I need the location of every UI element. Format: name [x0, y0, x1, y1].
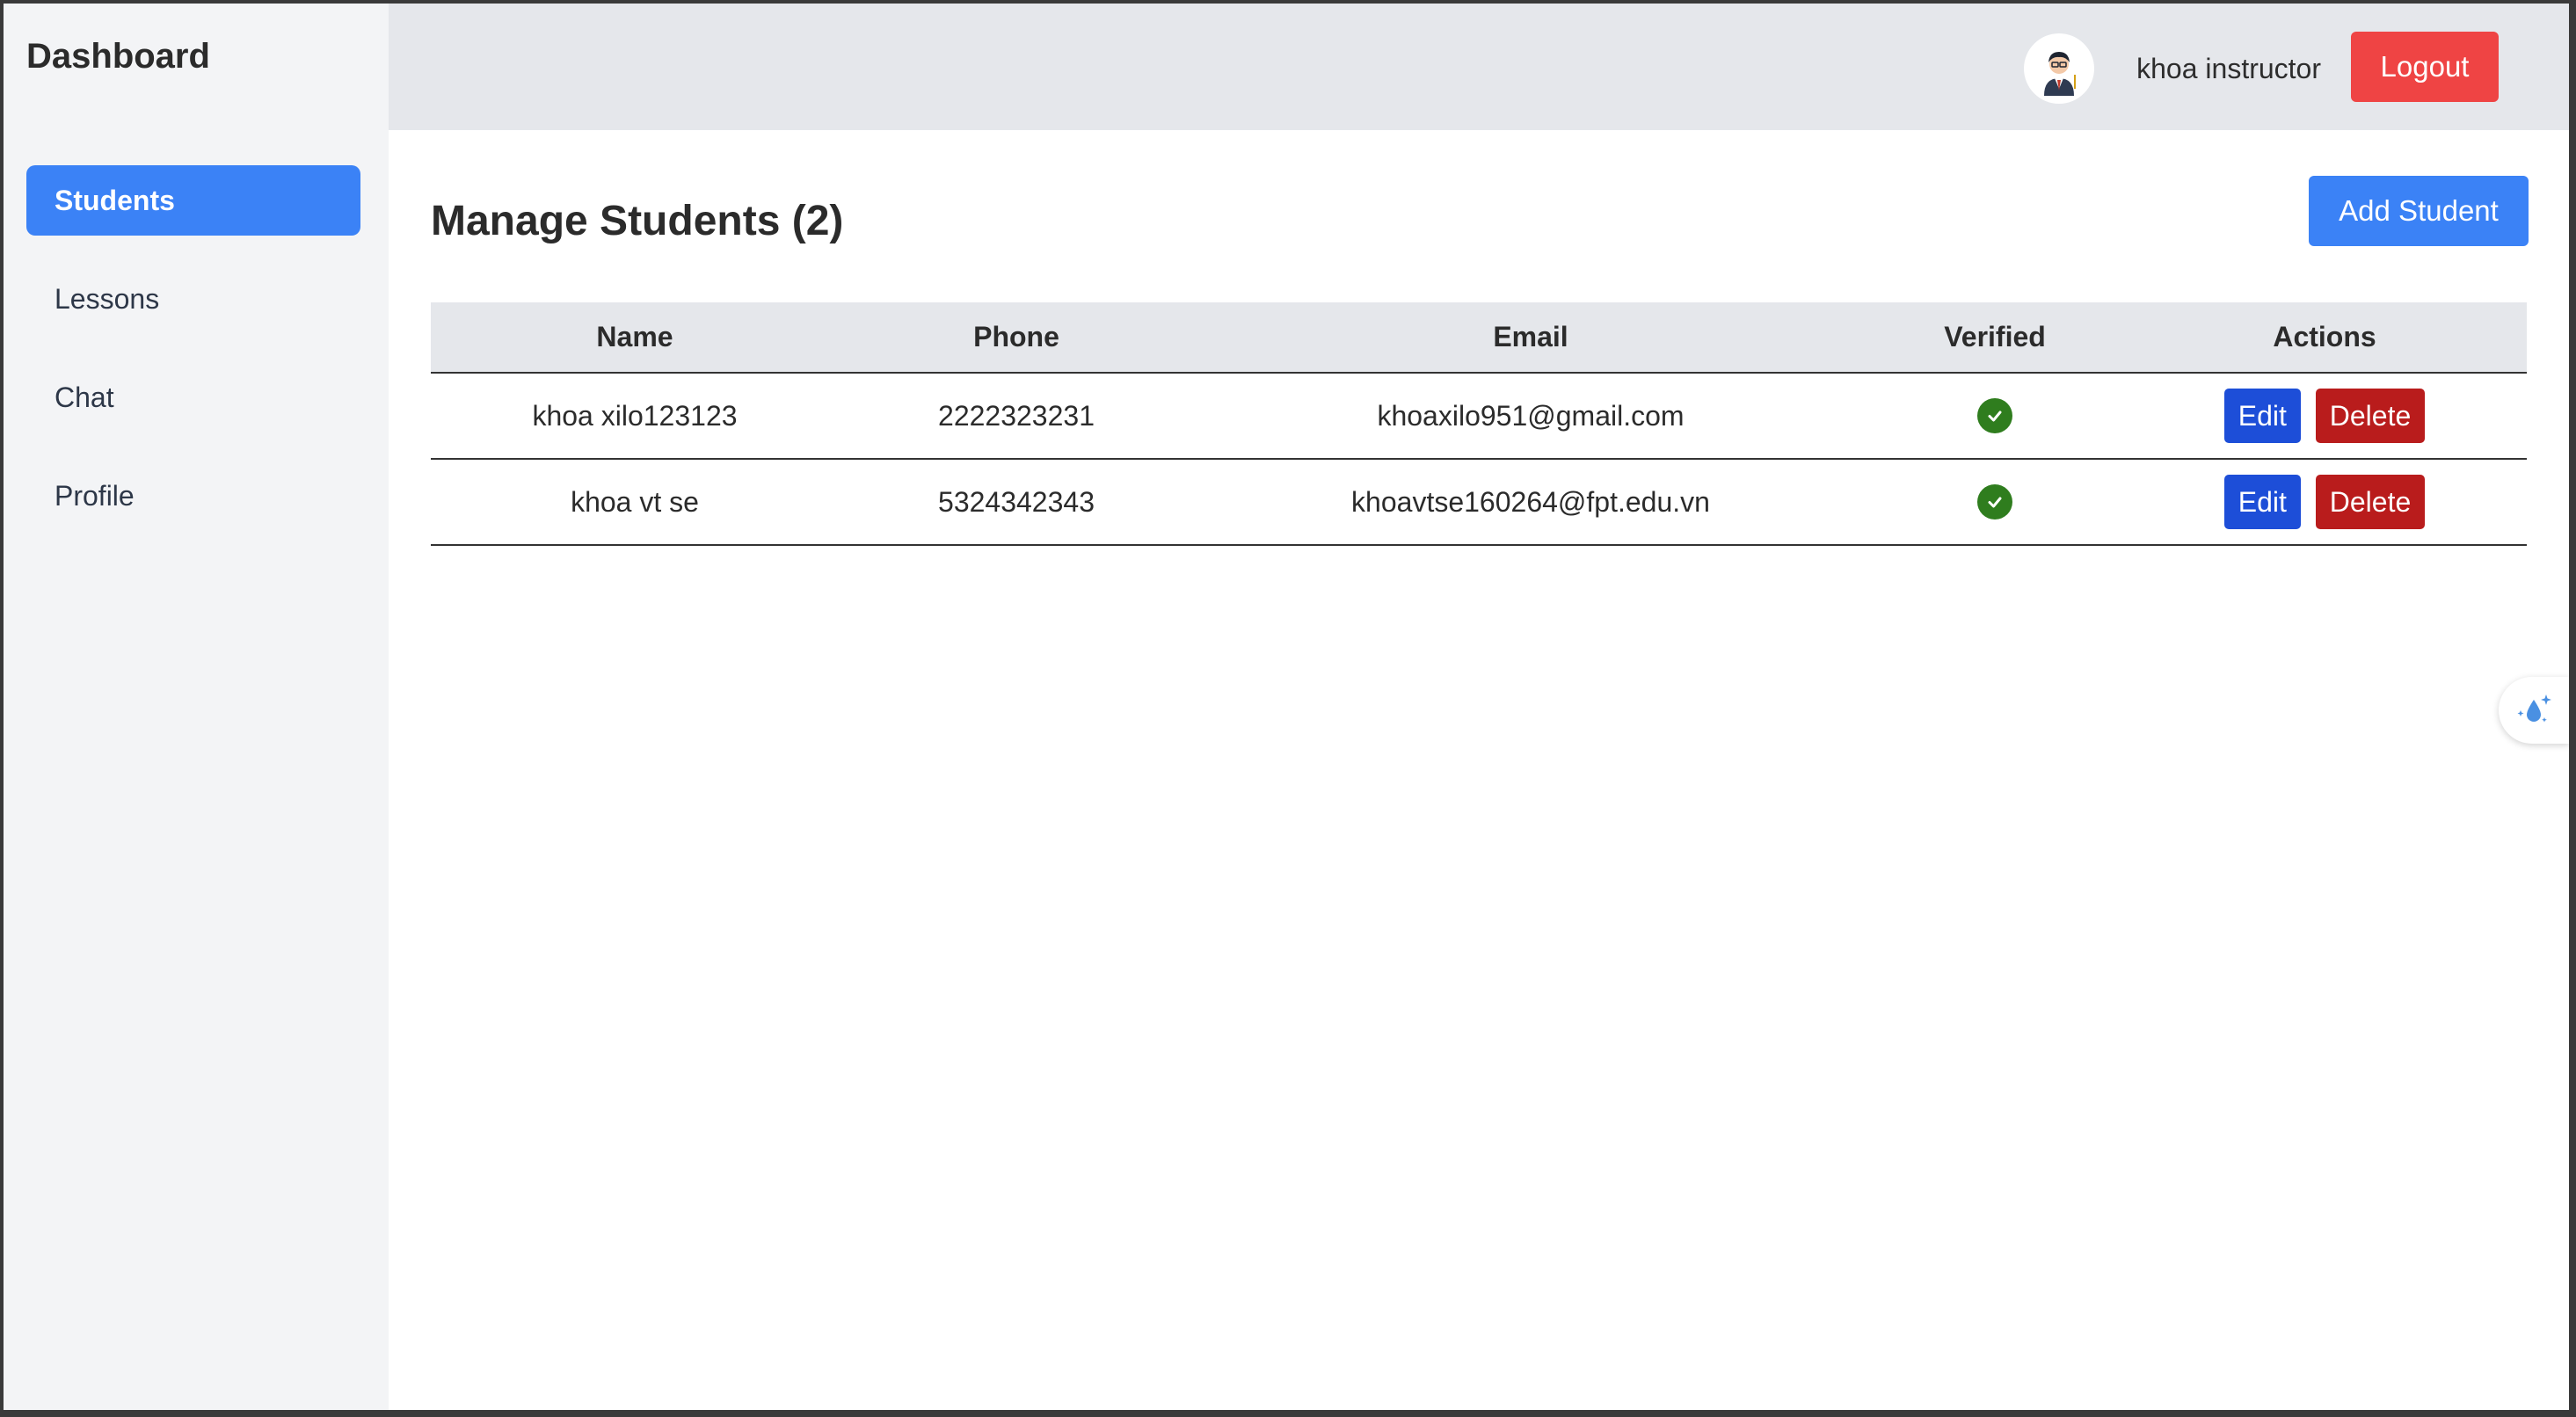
username-label: khoa instructor [2136, 53, 2321, 84]
cell-name: khoa vt se [431, 459, 839, 546]
edit-button[interactable]: Edit [2223, 475, 2301, 529]
app-window: Dashboard Students Lessons Chat Profile [4, 4, 2569, 1410]
column-header-phone: Phone [839, 302, 1194, 374]
table-row: khoa xilo123123 2222323231 khoaxilo951@g… [431, 373, 2527, 460]
floating-assistant-widget[interactable] [2499, 677, 2569, 744]
avatar-icon [2028, 38, 2090, 99]
sidebar: Dashboard Students Lessons Chat Profile [4, 4, 389, 1410]
logout-button[interactable]: Logout [2351, 32, 2499, 102]
cell-actions: Edit Delete [2122, 373, 2527, 460]
delete-button[interactable]: Delete [2315, 475, 2426, 529]
sidebar-item-chat[interactable]: Chat [26, 362, 360, 432]
sidebar-nav: Students Lessons Chat Profile [26, 165, 360, 559]
edit-button[interactable]: Edit [2223, 389, 2301, 443]
avatar[interactable] [2024, 33, 2094, 104]
sidebar-brand: Dashboard [26, 37, 210, 76]
top-header: khoa instructor Logout [389, 4, 2569, 130]
cell-name: khoa xilo123123 [431, 373, 839, 460]
sidebar-item-students[interactable]: Students [26, 165, 360, 236]
cell-email: khoavtse160264@fpt.edu.vn [1194, 459, 1867, 546]
cell-actions: Edit Delete [2122, 459, 2527, 546]
sidebar-item-label: Profile [55, 479, 135, 512]
sidebar-item-label: Chat [55, 381, 114, 413]
cell-email: khoaxilo951@gmail.com [1194, 373, 1867, 460]
sidebar-item-lessons[interactable]: Lessons [26, 264, 360, 334]
delete-button[interactable]: Delete [2315, 389, 2426, 443]
sidebar-item-label: Students [55, 184, 175, 216]
column-header-verified: Verified [1867, 302, 2122, 374]
column-header-name: Name [431, 302, 839, 374]
sidebar-item-profile[interactable]: Profile [26, 461, 360, 531]
column-header-email: Email [1194, 302, 1867, 374]
sidebar-item-label: Lessons [55, 282, 160, 315]
column-header-actions: Actions [2122, 302, 2527, 374]
verified-check-icon [1977, 398, 2012, 434]
droplet-sparkle-icon [2517, 694, 2551, 723]
table-row: khoa vt se 5324342343 khoavtse160264@fpt… [431, 459, 2527, 546]
table-header-row: Name Phone Email Verified Actions [431, 302, 2527, 374]
verified-check-icon [1977, 484, 2012, 520]
add-student-button[interactable]: Add Student [2309, 176, 2529, 246]
cell-verified [1867, 459, 2122, 546]
cell-verified [1867, 373, 2122, 460]
main-content: Manage Students (2) Add Student Name Pho… [389, 130, 2569, 1410]
cell-phone: 2222323231 [839, 373, 1194, 460]
cell-phone: 5324342343 [839, 459, 1194, 546]
students-table: Name Phone Email Verified Actions khoa x… [431, 302, 2527, 546]
page-title: Manage Students (2) [431, 198, 844, 244]
